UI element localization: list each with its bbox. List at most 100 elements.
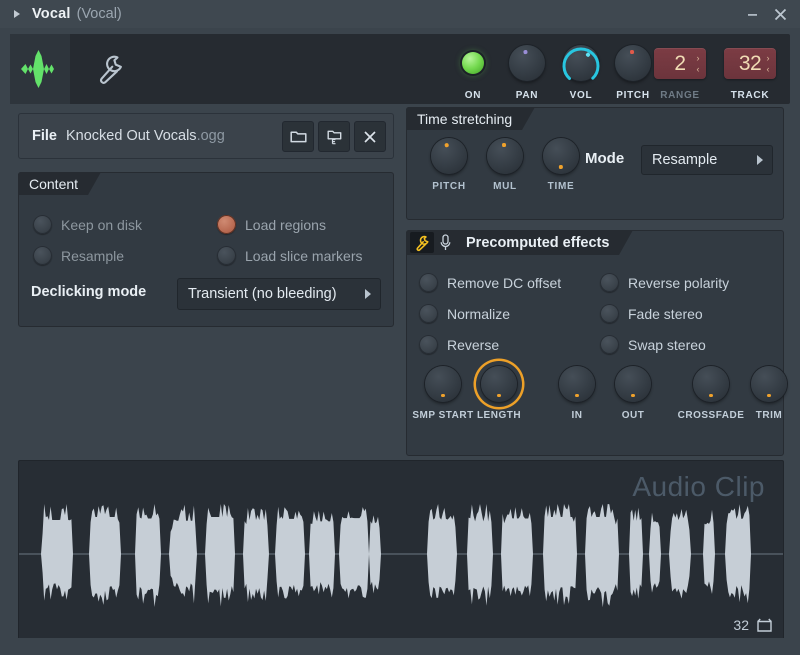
reverse-radio-icon[interactable] xyxy=(419,335,438,354)
channel-indicator[interactable]: 32 xyxy=(733,617,773,633)
microphone-icon[interactable] xyxy=(434,232,456,253)
effect-remove-dc-offset[interactable]: Remove DC offset xyxy=(419,273,561,292)
window-buttons xyxy=(738,0,794,28)
remove-dc-offset-label: Remove DC offset xyxy=(447,274,562,291)
out-knob-body[interactable] xyxy=(615,366,651,402)
trim-knob-body[interactable] xyxy=(751,366,787,402)
time-stretching-title: Time stretching xyxy=(417,110,513,127)
load-regions-label: Load regions xyxy=(245,216,326,233)
content-title: Content xyxy=(29,175,79,192)
file-label: File xyxy=(32,128,57,144)
length-knob-body[interactable] xyxy=(481,366,517,402)
option-keep-on-disk[interactable]: Keep on disk xyxy=(33,215,142,234)
swap-stereo-radio-icon[interactable] xyxy=(600,335,619,354)
option-load-regions[interactable]: Load regions xyxy=(217,215,326,234)
range-label: RANGE xyxy=(660,90,700,101)
range-field[interactable]: 2 › ‹ RANGE xyxy=(650,34,710,104)
pan-knob[interactable]: PAN xyxy=(500,34,554,104)
on-button[interactable]: ON xyxy=(446,34,500,104)
track-value-box[interactable]: 32 › ‹ xyxy=(724,48,776,79)
on-label: ON xyxy=(464,90,482,101)
time-stretching-panel: Time stretching PITCH MUL TIME Mode Resa… xyxy=(406,107,784,220)
close-x-icon[interactable] xyxy=(354,121,386,152)
ts-pitch-knob-body[interactable] xyxy=(431,138,467,174)
reverse-polarity-label: Reverse polarity xyxy=(628,274,730,291)
folder-icon[interactable] xyxy=(282,121,314,152)
vol-knob-body[interactable] xyxy=(562,45,600,81)
in-knob[interactable]: IN xyxy=(549,366,605,421)
content-panel-tab: Content xyxy=(18,172,102,195)
effect-swap-stereo[interactable]: Swap stereo xyxy=(600,335,706,354)
normalize-radio-icon[interactable] xyxy=(419,304,438,323)
wrench-icon[interactable] xyxy=(80,34,140,104)
ts-mul-label: MUL xyxy=(493,181,517,192)
waveform-graphic xyxy=(19,504,783,608)
load-slice-markers-radio-icon[interactable] xyxy=(217,246,236,265)
minimize-icon[interactable] xyxy=(738,0,766,28)
swap-stereo-label: Swap stereo xyxy=(628,336,706,353)
trim-knob[interactable]: TRIM xyxy=(741,366,797,421)
vol-knob[interactable]: VOL xyxy=(554,34,608,104)
declicking-mode-dropdown[interactable]: Transient (no bleeding) xyxy=(177,278,381,310)
crossfade-knob-body[interactable] xyxy=(693,366,729,402)
option-resample[interactable]: Resample xyxy=(33,246,124,265)
keep-on-disk-radio-icon[interactable] xyxy=(33,215,52,234)
waveform-display[interactable]: Audio Clip 32 xyxy=(18,460,784,640)
folder-e-icon[interactable] xyxy=(318,121,350,152)
track-field[interactable]: 32 › ‹ TRACK xyxy=(720,34,780,104)
time-stretching-knobs: PITCH MUL TIME xyxy=(421,138,589,192)
ts-mul-knob-body[interactable] xyxy=(487,138,523,174)
range-value-box[interactable]: 2 › ‹ xyxy=(654,48,706,79)
window-title: Vocal xyxy=(32,6,71,22)
wrench-icon[interactable] xyxy=(410,232,434,253)
fade-stereo-radio-icon[interactable] xyxy=(600,304,619,323)
smp-start-knob-body[interactable] xyxy=(425,366,461,402)
in-knob-body[interactable] xyxy=(559,366,595,402)
ts-time-knob-body[interactable] xyxy=(543,138,579,174)
on-led-icon xyxy=(462,52,484,74)
file-name[interactable]: Knocked Out Vocals.ogg xyxy=(66,128,225,144)
option-load-slice-markers[interactable]: Load slice markers xyxy=(217,246,363,265)
effect-normalize[interactable]: Normalize xyxy=(419,304,510,323)
effect-fade-stereo[interactable]: Fade stereo xyxy=(600,304,703,323)
file-buttons xyxy=(282,121,386,152)
load-regions-radio-icon[interactable] xyxy=(217,215,236,234)
effect-reverse[interactable]: Reverse xyxy=(419,335,499,354)
length-knob[interactable]: LENGTH xyxy=(471,366,527,421)
length-knob-highlight-ring xyxy=(476,361,522,407)
smp-start-label: SMP START xyxy=(412,410,474,421)
smp-start-knob[interactable]: SMP START xyxy=(412,366,474,421)
pan-label: PAN xyxy=(515,90,539,101)
expand-triangle-icon[interactable] xyxy=(14,10,20,18)
reverse-polarity-radio-icon[interactable] xyxy=(600,273,619,292)
ts-pitch-knob[interactable]: PITCH xyxy=(421,138,477,192)
ts-mul-knob[interactable]: MUL xyxy=(477,138,533,192)
vol-label: VOL xyxy=(569,90,593,101)
pan-knob-body[interactable] xyxy=(509,45,545,81)
window-titlebar: Vocal (Vocal) xyxy=(0,0,800,28)
resample-radio-icon[interactable] xyxy=(33,246,52,265)
precomputed-effects-title: Precomputed effects xyxy=(466,234,610,251)
effect-reverse-polarity[interactable]: Reverse polarity xyxy=(600,273,729,292)
out-knob[interactable]: OUT xyxy=(605,366,661,421)
precomputed-effects-panel: Precomputed effects Remove DC offset Rev… xyxy=(406,230,787,456)
crossfade-knob[interactable]: CROSSFADE xyxy=(678,366,744,421)
pitch-knob-body[interactable] xyxy=(615,45,651,81)
mode-value: Resample xyxy=(652,152,718,168)
ts-time-knob[interactable]: TIME xyxy=(533,138,589,192)
window-footer xyxy=(0,638,800,655)
close-icon[interactable] xyxy=(766,0,794,28)
range-chevrons-icon: › ‹ xyxy=(696,52,700,75)
mode-dropdown[interactable]: Resample xyxy=(641,145,773,175)
in-label: IN xyxy=(571,410,583,421)
resample-label: Resample xyxy=(61,247,125,264)
precomputed-knob-row: SMP START LENGTH IN OUT CROSSFADE TRIM xyxy=(412,366,797,421)
declicking-mode-value: Transient (no bleeding) xyxy=(188,286,337,302)
trim-label: TRIM xyxy=(755,410,783,421)
file-extension: .ogg xyxy=(196,128,225,144)
file-name-text: Knocked Out Vocals xyxy=(65,128,197,144)
remove-dc-offset-radio-icon[interactable] xyxy=(419,273,438,292)
track-chevrons-icon: › ‹ xyxy=(766,52,770,75)
out-label: OUT xyxy=(621,410,645,421)
pitch-range-group: PITCH 2 › ‹ RANGE xyxy=(608,34,710,104)
